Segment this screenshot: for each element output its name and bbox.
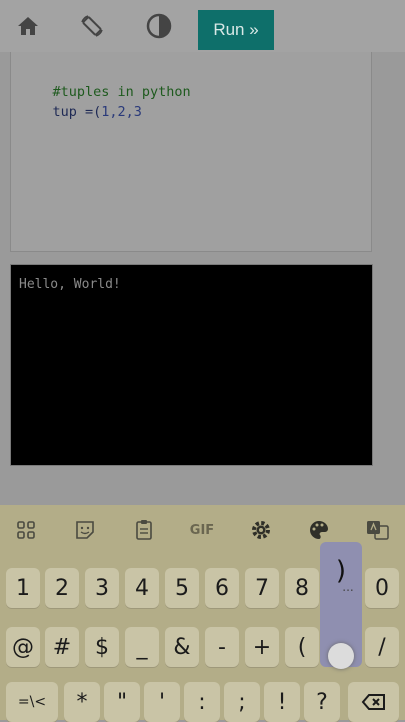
code-comment: #tuples in python: [52, 84, 191, 100]
key-slash[interactable]: /: [365, 627, 399, 667]
sticker-icon[interactable]: [69, 515, 101, 545]
home-icon[interactable]: [12, 10, 44, 42]
apps-icon[interactable]: [10, 515, 42, 545]
touch-indicator: [328, 643, 354, 669]
top-toolbar: Run »: [0, 0, 405, 52]
popup-more-indicator: ...: [342, 580, 354, 594]
key-dollar[interactable]: $: [85, 627, 119, 667]
key-single-quote[interactable]: ': [144, 682, 180, 722]
translate-icon[interactable]: [362, 515, 394, 545]
key-semicolon[interactable]: ;: [224, 682, 260, 722]
palette-icon[interactable]: [303, 515, 335, 545]
code-editor[interactable]: #tuples in python tup =(1,2,3: [10, 52, 372, 252]
key-exclamation[interactable]: !: [264, 682, 300, 722]
key-question[interactable]: ?: [304, 682, 340, 722]
key-6[interactable]: 6: [205, 568, 239, 608]
console-output: Hello, World!: [19, 277, 121, 292]
code-line: #tuples in python: [20, 62, 371, 100]
key-4[interactable]: 4: [125, 568, 159, 608]
gear-icon[interactable]: [245, 515, 277, 545]
key-colon[interactable]: :: [184, 682, 220, 722]
key-hash[interactable]: #: [45, 627, 79, 667]
key-plus[interactable]: +: [245, 627, 279, 667]
run-button[interactable]: Run »: [198, 10, 274, 50]
key-8[interactable]: 8: [285, 568, 319, 608]
backspace-key[interactable]: [348, 682, 399, 722]
clipboard-icon[interactable]: [128, 515, 160, 545]
code-text: tup =(: [52, 104, 102, 120]
backspace-icon: [361, 694, 385, 710]
gif-icon[interactable]: GIF: [186, 515, 218, 545]
key-symbols-toggle[interactable]: =\<: [6, 682, 58, 722]
key-underscore[interactable]: _: [125, 627, 159, 667]
key-open-paren[interactable]: (: [285, 627, 319, 667]
rotate-icon[interactable]: [76, 10, 108, 42]
contrast-icon[interactable]: [143, 10, 175, 42]
key-7[interactable]: 7: [245, 568, 279, 608]
key-5[interactable]: 5: [165, 568, 199, 608]
key-2[interactable]: 2: [45, 568, 79, 608]
code-numbers: 1,2,3: [101, 104, 142, 120]
key-3[interactable]: 3: [85, 568, 119, 608]
output-console: Hello, World!: [10, 264, 373, 466]
key-0[interactable]: 0: [365, 568, 399, 608]
key-1[interactable]: 1: [6, 568, 40, 608]
key-minus[interactable]: -: [205, 627, 239, 667]
key-popup[interactable]: ) ...: [320, 542, 362, 669]
key-ampersand[interactable]: &: [165, 627, 199, 667]
key-asterisk[interactable]: *: [64, 682, 100, 722]
key-at[interactable]: @: [6, 627, 40, 667]
key-double-quote[interactable]: ": [104, 682, 140, 722]
